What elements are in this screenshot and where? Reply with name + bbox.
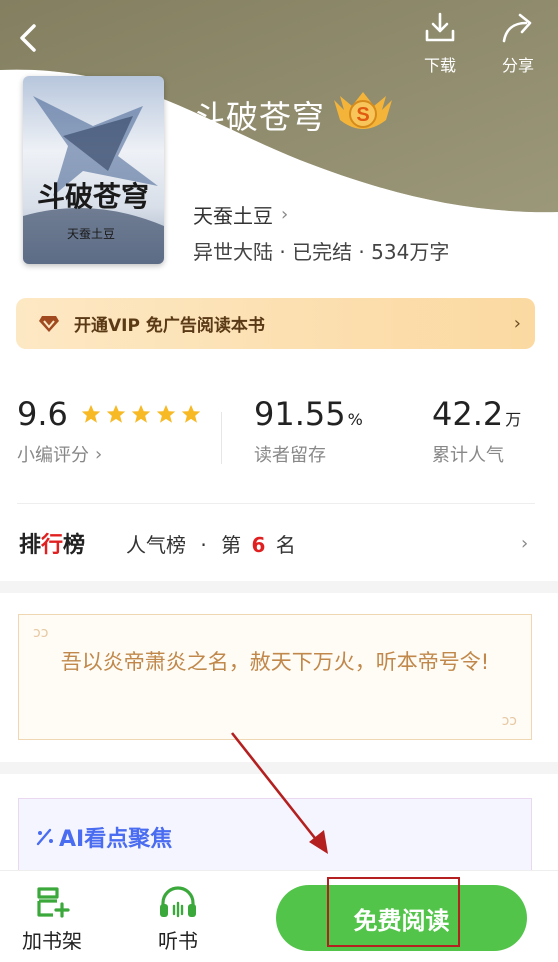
cover-author-text: 天蚕土豆 [67,227,115,241]
share-label: 分享 [501,56,534,75]
author-name: 天蚕土豆 [193,204,273,228]
add-to-shelf-button[interactable]: 加书架 [22,885,82,954]
cover-title-text: 斗破苍穹 [37,180,149,213]
s-badge-icon: S [334,92,392,129]
score-stat[interactable]: 9.6 小编评分 › [17,395,205,467]
back-button[interactable] [10,20,46,56]
headphones-icon [160,886,196,918]
badge-letter: S [356,104,369,126]
chevron-left-icon [20,24,36,52]
vip-banner-text: 开通VIP 免广告阅读本书 [74,316,265,336]
quote-text: 吾以炎帝萧炎之名，赦天下万火，听本帝号令! [60,650,490,674]
quote-open-icon: ↄↄ [33,625,49,641]
add-to-shelf-label: 加书架 [22,929,82,953]
listen-label: 听书 [158,929,198,953]
chevron-right-icon: › [513,313,521,334]
ranking-row[interactable]: 排行榜 人气榜 · 第 6 名 › [0,520,558,566]
section-gap [0,581,558,593]
annotation-highlight-box [327,877,460,947]
cover-art: 斗破苍穹 天蚕土豆 [23,96,164,264]
star-icon [106,404,126,423]
chevron-right-icon: › [95,443,103,465]
bottom-action-bar: 加书架 听书 免费阅读 [0,870,558,962]
score-caption: 小编评分 [17,445,89,466]
chevron-right-icon: › [521,532,529,554]
star-icon [181,404,201,423]
chevron-right-icon: › [281,204,289,225]
sparkle-icon [36,828,53,846]
vip-banner[interactable]: 开通VIP 免广告阅读本书 › [16,298,535,349]
book-title: 斗破苍穹 [193,98,326,136]
share-icon [502,13,532,43]
star-icon [156,404,176,423]
share-button[interactable]: 分享 [488,8,548,76]
ai-focus-title: AI看点聚焦 [59,827,173,852]
ranking-text: 人气榜 · 第 6 名 [126,532,296,557]
divider [17,503,535,504]
stat-divider [221,412,222,464]
download-label: 下载 [423,56,456,75]
popularity-caption: 累计人气 [432,445,504,466]
retention-unit: % [347,410,363,429]
retention-caption: 读者留存 [254,445,326,466]
quote-close-icon: ↄↄ [501,713,517,729]
star-icon [131,404,151,423]
popularity-stat: 42.2 万 累计人气 [432,395,521,467]
star-icon [81,404,101,423]
author-link[interactable]: 天蚕土豆 › [193,200,288,229]
popularity-unit: 万 [505,410,522,429]
book-cover[interactable]: 斗破苍穹 天蚕土豆 [23,76,164,264]
stats-row: 9.6 小编评分 › 91.55 % 读者留存 42.2 万 累计人气 [0,395,558,485]
listen-button[interactable]: 听书 [156,885,200,954]
s-rank-badge: S [330,90,396,140]
section-gap [0,762,558,774]
rating-stars [80,403,205,425]
book-meta: 异世大陆 · 已完结 · 534万字 [193,240,450,264]
retention-stat: 91.55 % 读者留存 [254,395,363,467]
add-shelf-icon [37,887,70,918]
popularity-value: 42.2 [432,395,504,433]
download-icon [425,12,455,42]
book-header: 下载 分享 斗破苍穹 天蚕土豆 斗破苍穹 S 天蚕土豆 › 异世大陆 · 已完结… [0,0,558,290]
ranking-logo: 排行榜 [19,533,86,558]
retention-value: 91.55 [254,395,346,433]
download-button[interactable]: 下载 [410,8,470,76]
quote-card: ↄↄ 吾以炎帝萧炎之名，赦天下万火，听本帝号令! ↄↄ [18,614,532,740]
diamond-icon [38,313,60,335]
score-value: 9.6 [17,395,68,433]
